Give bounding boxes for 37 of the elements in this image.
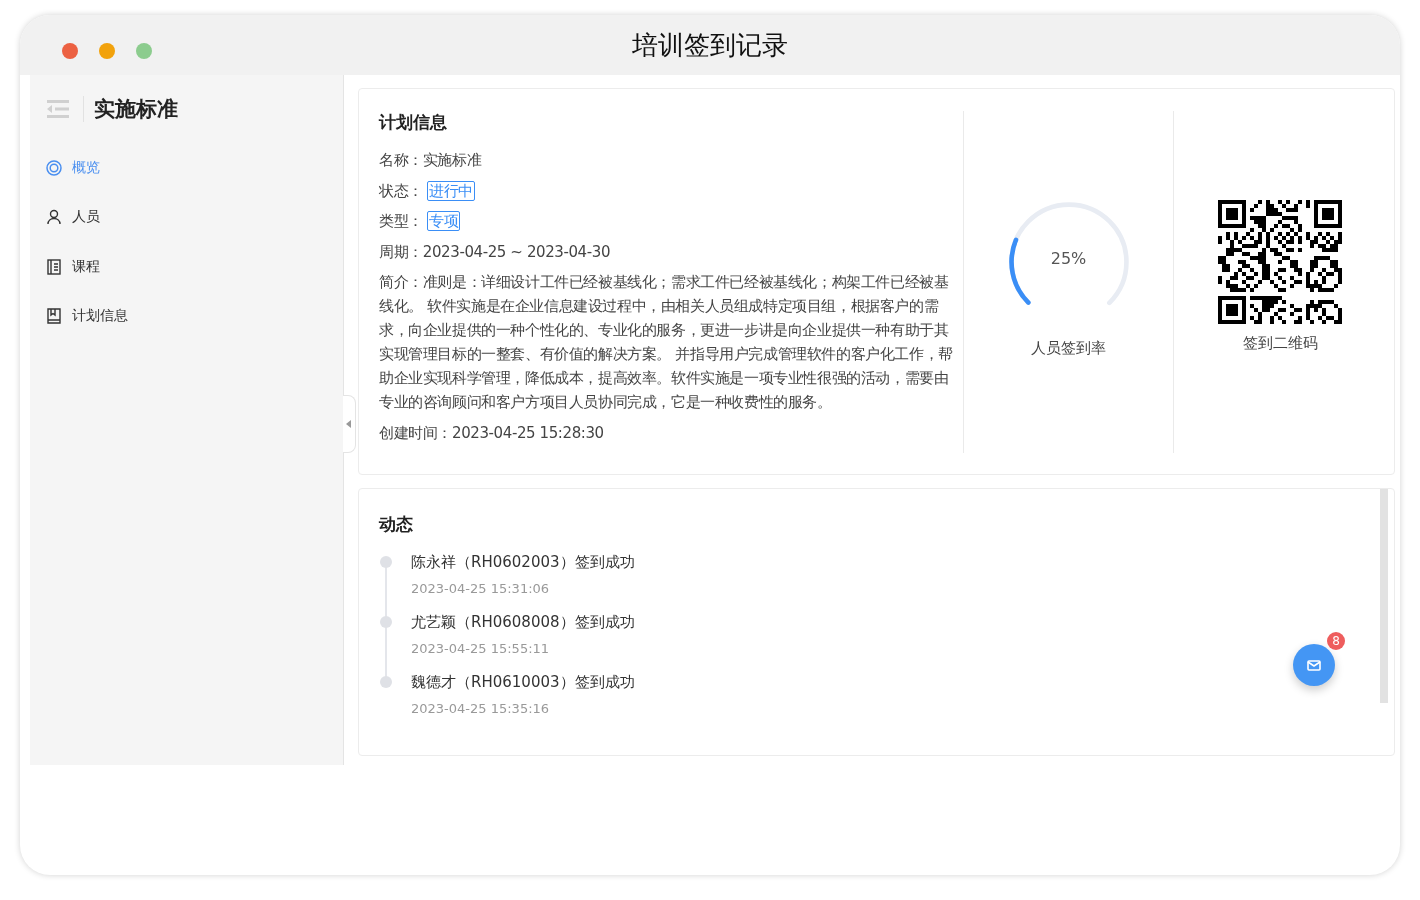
scrollbar[interactable] — [1380, 489, 1388, 703]
sidebar-item[interactable]: 课程 — [30, 242, 343, 292]
collapse-menu-icon[interactable] — [47, 100, 69, 118]
user-icon — [46, 209, 62, 226]
message-button[interactable] — [1293, 644, 1335, 686]
field-text: 周期：2023-04-25 ~ 2023-04-30 — [379, 241, 612, 263]
collapse-handle[interactable] — [343, 395, 356, 453]
gauge-label: 人员签到率 — [1031, 339, 1106, 358]
activity-time: 2023-04-25 15:31:06 — [411, 581, 551, 596]
activity-text: 尤艺颖（RH0608008）签到成功 — [411, 612, 635, 633]
progress-reading: 25% — [1049, 249, 1088, 268]
close-button[interactable] — [62, 43, 78, 59]
activity-text: 魏德才（RH0610003）签到成功 — [411, 672, 635, 693]
activity-time: 2023-04-25 15:55:11 — [411, 641, 551, 656]
activity-text: 陈永祥（RH0602003）签到成功 — [411, 552, 635, 573]
activity-time: 2023-04-25 15:35:16 — [411, 701, 551, 716]
section-title: 动态 — [379, 513, 414, 536]
field-text: 简介：准则是：详细设计工件已经被基线化；需求工件已经被基线化；构架工件已经被基线化。 软件实施是在企业信息建设过程中，由相关人员组成特定项目组，根据客户的需求，向企业提供的一种个性化的、专业化的服务，更进一步讲是向企业提供一种有助于其实现管理目标的一整套、有价值的解决方案。 并指导用户完成管理软件的客户化工作，帮助企业实现科学管理，降低成本，提高效率。软件实施是一项专业性很强的活动，需要由专业的咨询顾问和客户方项目人员协同完成，它是一种收费性的服务。 — [379, 272, 954, 413]
document-icon — [46, 258, 62, 275]
tag: 专项 — [427, 211, 461, 231]
window-title: 培训签到记录 — [632, 28, 788, 62]
sidebar-item[interactable]: 计划信息 — [30, 291, 343, 341]
sidebar-title: 实施标准 — [94, 96, 178, 123]
tag: 进行中 — [427, 180, 475, 201]
field-text: 创建时间：2023-04-25 15:28:30 — [379, 422, 605, 444]
section-title: 计划信息 — [379, 111, 448, 134]
field-label: 状态： — [379, 181, 423, 200]
minimize-button[interactable] — [99, 43, 115, 59]
mail-icon — [1307, 659, 1321, 671]
sidebar-item[interactable]: 人员 — [30, 192, 343, 242]
target-icon — [46, 159, 62, 176]
maximize-button[interactable] — [136, 43, 152, 59]
qr-label: 签到二维码 — [1242, 334, 1318, 353]
field-text: 名称：实施标准 — [379, 150, 483, 171]
notification-badge: 8 — [1327, 632, 1345, 650]
field-label: 类型： — [379, 212, 423, 230]
book-icon — [46, 308, 62, 325]
